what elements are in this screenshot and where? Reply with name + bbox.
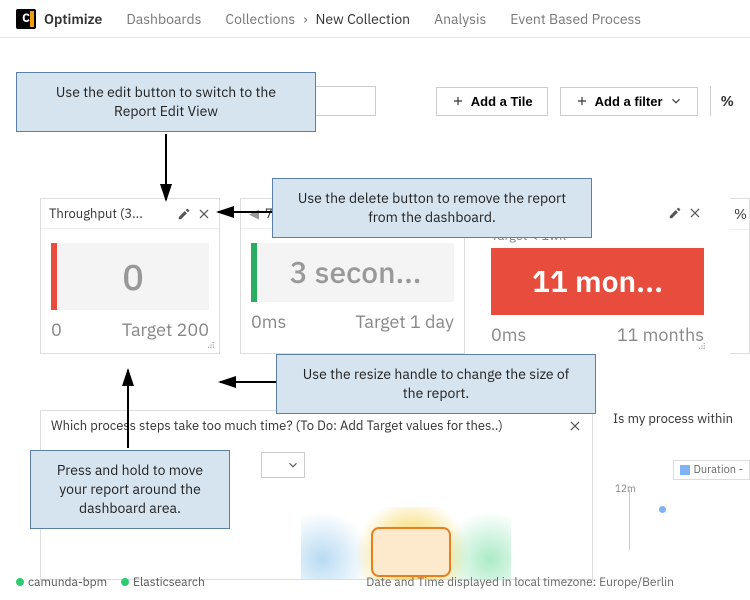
add-filter-label: Add a filter xyxy=(595,94,663,109)
chart-data-point xyxy=(659,506,666,513)
card-body: 3 secon... 0ms Target 1 day xyxy=(241,229,464,343)
chart-ytick: 12m xyxy=(615,482,636,495)
status-dot-icon xyxy=(121,578,129,586)
pencil-icon[interactable] xyxy=(668,206,682,220)
heatmap-preview xyxy=(301,507,511,579)
card-scale: 0 Target 200 xyxy=(51,318,209,341)
card-header: Throughput (3... xyxy=(41,199,219,229)
breadcrumb-current: New Collection xyxy=(316,10,411,28)
toolbar-extra: % xyxy=(710,86,734,116)
scale-max: 11 months xyxy=(617,323,704,346)
heatmap-select[interactable] xyxy=(261,452,305,478)
chart-legend: Duration - xyxy=(673,460,750,480)
card-title: Throughput (3... xyxy=(49,205,171,222)
add-tile-label: Add a Tile xyxy=(471,94,533,109)
pencil-icon[interactable] xyxy=(177,207,191,221)
card-scale: 0ms 11 months xyxy=(491,323,704,346)
nav-collections[interactable]: Collections xyxy=(225,10,295,28)
add-tile-button[interactable]: Add a Tile xyxy=(436,87,548,116)
card-value: 3 secon... xyxy=(251,243,454,302)
card-scale: 0ms Target 1 day xyxy=(251,310,454,333)
plus-icon xyxy=(451,94,465,108)
status-label: camunda-bpm xyxy=(28,575,107,590)
close-icon[interactable] xyxy=(688,206,702,220)
plus-icon xyxy=(575,94,589,108)
status-camunda: camunda-bpm xyxy=(16,575,107,590)
status-dot-icon xyxy=(16,578,24,586)
close-icon[interactable] xyxy=(568,419,582,433)
nav-analysis[interactable]: Analysis xyxy=(434,10,486,28)
scale-target: Target 200 xyxy=(122,318,209,341)
report-card-throughput[interactable]: Throughput (3... 0 0 Target 200 xyxy=(40,198,220,354)
status-elasticsearch: Elasticsearch xyxy=(121,575,205,590)
nav-event-based-processes[interactable]: Event Based Process xyxy=(510,10,641,28)
resize-handle-icon[interactable] xyxy=(692,336,706,350)
top-nav: C Optimize Dashboards Collections › New … xyxy=(0,0,750,38)
breadcrumb-sep: › xyxy=(303,10,307,28)
chevron-down-icon xyxy=(286,458,300,472)
card-title-partial: % xyxy=(730,199,749,230)
card-title: Which process steps take too much time? … xyxy=(51,417,560,434)
status-label: Elasticsearch xyxy=(133,575,205,590)
callout-edit: Use the edit button to switch to the Rep… xyxy=(16,72,316,132)
scale-min: 0 xyxy=(51,318,62,341)
card-body: Target < 1wk 11 mon... 0ms 11 months xyxy=(485,227,710,354)
card-value: 0 xyxy=(51,243,209,310)
status-bar: camunda-bpm Elasticsearch Date and Time … xyxy=(0,575,750,590)
brand: C Optimize xyxy=(16,9,102,29)
callout-move: Press and hold to move your report aroun… xyxy=(30,450,230,529)
card-body: 0 0 Target 200 xyxy=(41,229,219,351)
report-card-partial: % xyxy=(730,198,750,354)
scale-min: 0ms xyxy=(251,310,286,333)
scale-min: 0ms xyxy=(491,323,526,346)
brand-name: Optimize xyxy=(44,10,102,28)
callout-resize: Use the resize handle to change the size… xyxy=(276,354,596,414)
callout-delete: Use the delete button to remove the repo… xyxy=(272,178,592,238)
card-header: Which process steps take too much time? … xyxy=(41,411,592,440)
add-filter-button[interactable]: Add a filter xyxy=(560,87,698,116)
report-card-linechart[interactable]: Is my process within Duration - 12m xyxy=(613,410,750,580)
nav-dashboards[interactable]: Dashboards xyxy=(126,10,201,28)
chevron-down-icon xyxy=(669,94,683,108)
close-icon[interactable] xyxy=(197,207,211,221)
brand-logo: C xyxy=(16,9,36,29)
card-title: Is my process within xyxy=(613,410,750,427)
card-value: 11 mon... xyxy=(491,248,704,315)
scale-target: Target 1 day xyxy=(355,310,454,333)
resize-handle-icon[interactable] xyxy=(201,335,215,349)
timezone-note: Date and Time displayed in local timezon… xyxy=(366,575,674,590)
breadcrumb: Collections › New Collection xyxy=(225,10,410,28)
chart-yaxis xyxy=(629,490,630,550)
